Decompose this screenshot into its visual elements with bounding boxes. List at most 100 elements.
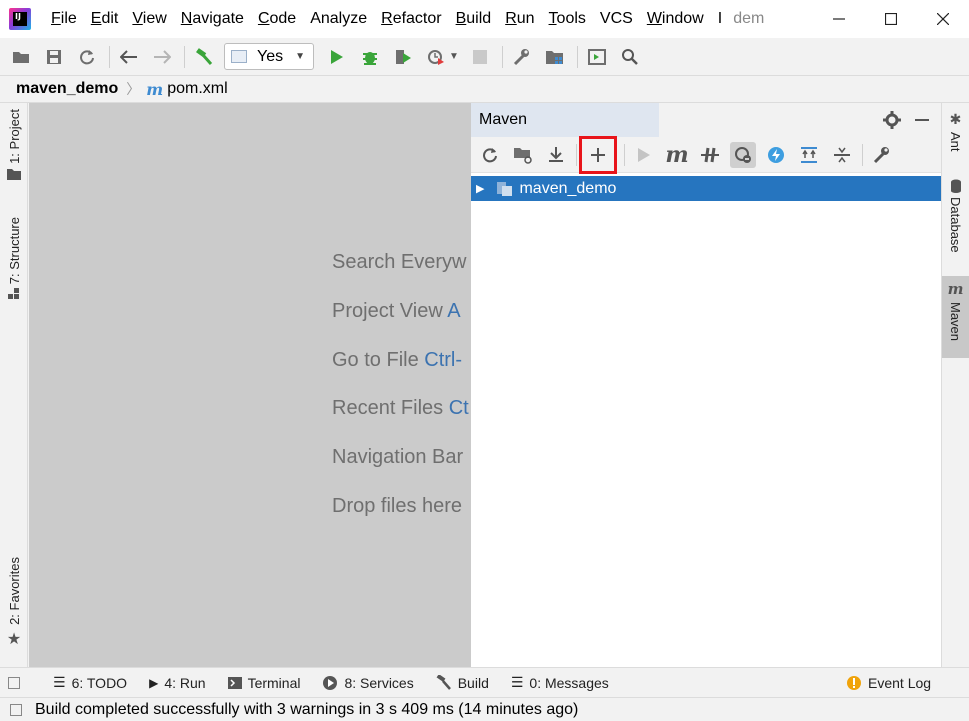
coverage-icon — [396, 49, 411, 64]
menu-build[interactable]: Build — [449, 10, 499, 28]
maven-settings-wrench-button[interactable] — [869, 142, 895, 168]
settings-wrench-button[interactable] — [509, 44, 535, 70]
main-toolbar: Yes ▼ ▼ — [0, 38, 969, 75]
menu-file[interactable]: File — [44, 10, 84, 28]
synchronize-button[interactable] — [74, 44, 100, 70]
menu-analyze[interactable]: Analyze — [303, 10, 374, 28]
maven-header: Maven — [471, 103, 941, 137]
stop-button[interactable] — [467, 44, 493, 70]
execute-maven-goal-button[interactable]: m — [664, 142, 690, 168]
download-icon — [549, 146, 563, 162]
tab-services-label: 8: Services — [344, 674, 414, 691]
expand-arrow-icon[interactable]: ▶ — [476, 182, 484, 195]
tab-services[interactable]: 8: Services — [322, 674, 414, 691]
toggle-offline-mode-button[interactable] — [697, 142, 723, 168]
open-folder-button[interactable] — [8, 44, 34, 70]
run-configuration-select[interactable]: Yes ▼ — [224, 43, 314, 70]
menu-view[interactable]: View — [125, 10, 173, 28]
tab-messages[interactable]: ☰ 0: Messages — [511, 674, 609, 691]
save-all-button[interactable] — [41, 44, 67, 70]
messages-icon: ☰ — [510, 674, 524, 690]
minimize-button[interactable] — [813, 0, 865, 38]
maven-settings-button[interactable] — [879, 107, 905, 133]
toolbar-separator — [502, 45, 503, 68]
show-dependencies-button[interactable] — [763, 142, 789, 168]
tab-favorites[interactable]: 2: Favorites ★ — [0, 557, 28, 649]
hammer-icon — [196, 47, 213, 65]
status-message[interactable]: Build completed successfully with 3 warn… — [35, 701, 578, 719]
tab-terminal[interactable]: Terminal — [227, 675, 300, 691]
menu-help[interactable]: I — [711, 10, 729, 28]
right-tool-strip: ✱ Ant Database m Maven — [941, 103, 969, 667]
star-icon: ★ — [6, 630, 22, 648]
breadcrumb-file[interactable]: pom.xml — [167, 80, 227, 98]
menu-refactor[interactable]: Refactor — [374, 10, 448, 28]
tab-ant-label: Ant — [948, 132, 963, 152]
status-indicator-icon[interactable] — [10, 703, 22, 716]
maven-file-icon: m — [146, 79, 164, 99]
hint-search-everywhere: Search Everyw — [332, 251, 467, 273]
folder-refresh-icon — [514, 147, 532, 164]
tab-favorites-label: 2: Favorites — [6, 557, 22, 625]
expand-all-button[interactable] — [796, 142, 822, 168]
list-icon: ☰ — [53, 674, 66, 690]
build-project-button[interactable] — [191, 44, 217, 70]
close-window-button[interactable] — [917, 0, 969, 38]
tab-ant[interactable]: ✱ Ant — [942, 111, 969, 152]
breadcrumb-project[interactable]: maven_demo — [16, 80, 118, 98]
run-maven-build-button[interactable] — [631, 142, 657, 168]
collapse-all-button[interactable] — [829, 142, 855, 168]
reload-all-maven-projects-button[interactable] — [477, 142, 503, 168]
hide-tool-window-button[interactable] — [909, 107, 935, 133]
toolbar-separator — [184, 45, 185, 68]
maximize-button[interactable] — [865, 0, 917, 38]
tab-structure[interactable]: 7: Structure — [0, 217, 28, 300]
add-maven-project-button[interactable] — [579, 135, 617, 174]
bug-icon — [363, 51, 377, 65]
expand-all-icon — [801, 146, 817, 163]
editor-empty-area: Search Everyw Project View A Go to File … — [29, 103, 471, 667]
run-button[interactable] — [324, 44, 350, 70]
profile-button[interactable] — [423, 44, 449, 70]
forward-button[interactable] — [149, 44, 175, 70]
tab-build[interactable]: Build — [436, 674, 489, 691]
generate-sources-button[interactable] — [510, 142, 536, 168]
tab-run[interactable]: ▶ 4: Run — [149, 675, 205, 691]
run-anything-button[interactable] — [584, 44, 610, 70]
run-with-coverage-button[interactable] — [390, 44, 416, 70]
tab-event-log-label: Event Log — [868, 674, 932, 691]
toolbar-separator — [624, 143, 625, 166]
maven-header-actions — [879, 103, 935, 137]
tab-todo[interactable]: ☰ 6: TODO — [53, 674, 127, 691]
menu-tools[interactable]: Tools — [542, 10, 593, 28]
run-config-icon — [231, 50, 247, 63]
wrench-icon — [513, 48, 529, 65]
arrow-right-icon — [154, 49, 171, 64]
project-structure-button[interactable] — [542, 44, 568, 70]
collapse-all-icon — [834, 147, 850, 162]
menu-edit[interactable]: Edit — [84, 10, 126, 28]
debug-button[interactable] — [357, 44, 383, 70]
menu-navigate[interactable]: Navigate — [174, 10, 251, 28]
skip-tests-button[interactable] — [730, 141, 756, 168]
search-everywhere-button[interactable] — [617, 44, 643, 70]
tab-event-log[interactable]: Event Log — [846, 675, 931, 691]
toolbar-separator — [577, 45, 578, 68]
menu-window[interactable]: Window — [640, 10, 711, 28]
tab-database[interactable]: Database — [942, 179, 969, 253]
tab-maven-label: Maven — [948, 302, 963, 342]
play-icon — [331, 49, 343, 64]
toggle-tool-windows-icon[interactable] — [8, 676, 20, 689]
plus-icon — [591, 147, 605, 162]
menu-vcs[interactable]: VCS — [593, 10, 640, 28]
tab-project[interactable]: 1: Project — [0, 109, 28, 180]
menu-code[interactable]: Code — [251, 10, 303, 28]
tab-maven[interactable]: m Maven — [942, 276, 969, 358]
menu-run[interactable]: Run — [498, 10, 541, 28]
chevron-down-icon: ▼ — [449, 51, 459, 62]
download-sources-button[interactable] — [543, 142, 569, 168]
maven-tree-root-item[interactable]: ▶ maven_demo — [471, 176, 941, 201]
profile-options-dropdown[interactable]: ▼ — [448, 44, 460, 70]
back-button[interactable] — [116, 44, 142, 70]
structure-icon — [8, 288, 19, 300]
